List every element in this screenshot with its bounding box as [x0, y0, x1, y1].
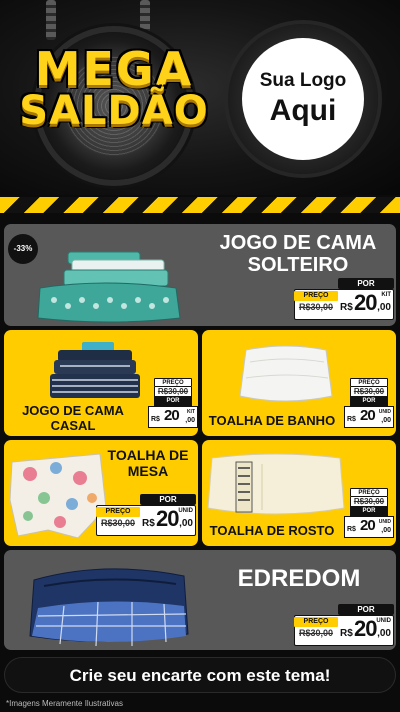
preco-label: PREÇO: [294, 617, 338, 627]
product-card-toalha-banho[interactable]: TOALHA DE BANHO PREÇO R$30,00 POR R$ 20 …: [202, 330, 396, 436]
price-unit: UNID: [178, 508, 193, 514]
product-name-line2: CASAL: [50, 417, 96, 433]
product-card-jogo-cama-casal[interactable]: JOGO DE CAMA CASAL PREÇO R$30,00 POR R$ …: [4, 330, 198, 436]
price-value: 20: [354, 290, 378, 315]
price-tag: POR PREÇO R$30,00 R$ 20 UNID ,00: [96, 494, 196, 538]
promo-title: MEGA SALDÃO: [0, 42, 228, 134]
cta-banner[interactable]: Crie seu encarte com este tema!: [4, 657, 396, 693]
price-value: 20: [354, 616, 378, 641]
currency: R$: [151, 416, 160, 423]
old-price: R$30,00: [298, 302, 334, 312]
price-cents: ,00: [381, 417, 391, 424]
comforter-icon: [29, 568, 189, 647]
price-cents: ,00: [377, 302, 391, 313]
logo-text-line1: Sua Logo: [259, 70, 347, 91]
product-name: JOGO DE CAMA SOLTEIRO: [200, 232, 396, 277]
product-card-toalha-rosto[interactable]: TOALHA DE ROSTO PREÇO R$30,00 POR R$ 20 …: [202, 440, 396, 546]
discount-badge: -33%: [8, 234, 38, 264]
old-price: R$30,00: [298, 628, 334, 638]
old-price: R$30,00: [350, 497, 388, 507]
por-label: POR: [140, 494, 196, 505]
currency: R$: [340, 628, 353, 639]
price-cents: ,00: [185, 417, 195, 424]
old-price: R$30,00: [100, 518, 136, 528]
currency: R$: [347, 526, 356, 533]
price-tag: POR PREÇO R$30,00 R$ 20 KIT ,00: [294, 278, 394, 322]
product-name-line1: JOGO DE CAMA: [22, 403, 124, 418]
price-unit: UNID: [376, 618, 391, 624]
promo-title-line1: MEGA: [34, 42, 194, 96]
price-unit: UNID: [378, 409, 391, 415]
price-unit: KIT: [186, 409, 195, 415]
price-value: 20: [360, 407, 376, 424]
product-card-toalha-mesa[interactable]: TOALHA DE MESA POR PREÇO R$30,00 R$ 20 U…: [4, 440, 198, 546]
currency: R$: [340, 302, 353, 313]
tablecloth-icon: [9, 453, 107, 539]
product-name-line1: JOGO DE CAMA: [219, 232, 377, 254]
por-label: POR: [154, 397, 192, 406]
price-tag: PREÇO R$30,00 POR R$ 20 UNID ,00: [344, 378, 394, 430]
logo-placeholder[interactable]: Sua Logo Aqui: [228, 24, 378, 174]
product-name: TOALHA DE MESA: [100, 447, 196, 479]
price-tag: PREÇO R$30,00 POR R$ 20 KIT ,00: [148, 378, 198, 430]
price-cents: ,00: [377, 628, 391, 639]
bedding-set-icon: [50, 342, 140, 398]
chain-decoration: [140, 0, 150, 40]
product-name: EDREDOM: [237, 565, 361, 592]
logo-circle: Sua Logo Aqui: [242, 38, 364, 160]
bath-towel-icon: [239, 345, 333, 402]
por-label: POR: [338, 278, 394, 289]
price-unit: KIT: [381, 292, 391, 298]
product-card-edredom[interactable]: EDREDOM POR PREÇO R$30,00 R$ 20 UNID ,00: [4, 550, 396, 650]
price-value: 20: [156, 506, 180, 531]
logo-text-line2: Aqui: [269, 94, 337, 127]
por-label: POR: [338, 604, 394, 615]
product-name: JOGO DE CAMA CASAL: [8, 403, 138, 433]
price-cents: ,00: [179, 518, 193, 529]
price-unit: UNID: [378, 519, 391, 525]
currency: R$: [347, 416, 356, 423]
product-name: TOALHA DE ROSTO: [209, 523, 335, 538]
preco-label: PREÇO: [350, 488, 388, 497]
old-price: R$30,00: [350, 387, 388, 397]
price-value: 20: [164, 407, 180, 424]
currency: R$: [142, 518, 155, 529]
disclaimer-text: *Imagens Meramente Ilustrativas: [6, 699, 123, 708]
old-price: R$30,00: [154, 387, 192, 397]
preco-label: PREÇO: [350, 378, 388, 387]
price-value: 20: [360, 517, 376, 534]
promo-title-line2: SALDÃO: [19, 87, 209, 134]
product-name-line2: SOLTEIRO: [247, 254, 349, 277]
header-banner: MEGA SALDÃO Sua Logo Aqui: [0, 0, 400, 195]
chain-decoration: [46, 0, 56, 40]
price-cents: ,00: [381, 527, 391, 534]
bedding-set-icon: [37, 251, 181, 323]
preco-label: PREÇO: [294, 291, 338, 301]
preco-label: PREÇO: [154, 378, 192, 387]
product-name: TOALHA DE BANHO: [208, 413, 336, 428]
hazard-tape: [0, 197, 400, 213]
product-name-line2: MESA: [127, 462, 169, 479]
price-tag: POR PREÇO R$30,00 R$ 20 UNID ,00: [294, 604, 394, 648]
por-label: POR: [350, 507, 388, 516]
preco-label: PREÇO: [96, 507, 140, 517]
product-card-jogo-cama-solteiro[interactable]: JOGO DE CAMA SOLTEIRO POR PREÇO R$30,00 …: [4, 224, 396, 326]
product-name-line1: TOALHA DE: [107, 447, 189, 463]
price-tag: PREÇO R$30,00 POR R$ 20 UNID ,00: [344, 488, 394, 540]
por-label: POR: [350, 397, 388, 406]
face-towel-icon: [207, 453, 345, 515]
